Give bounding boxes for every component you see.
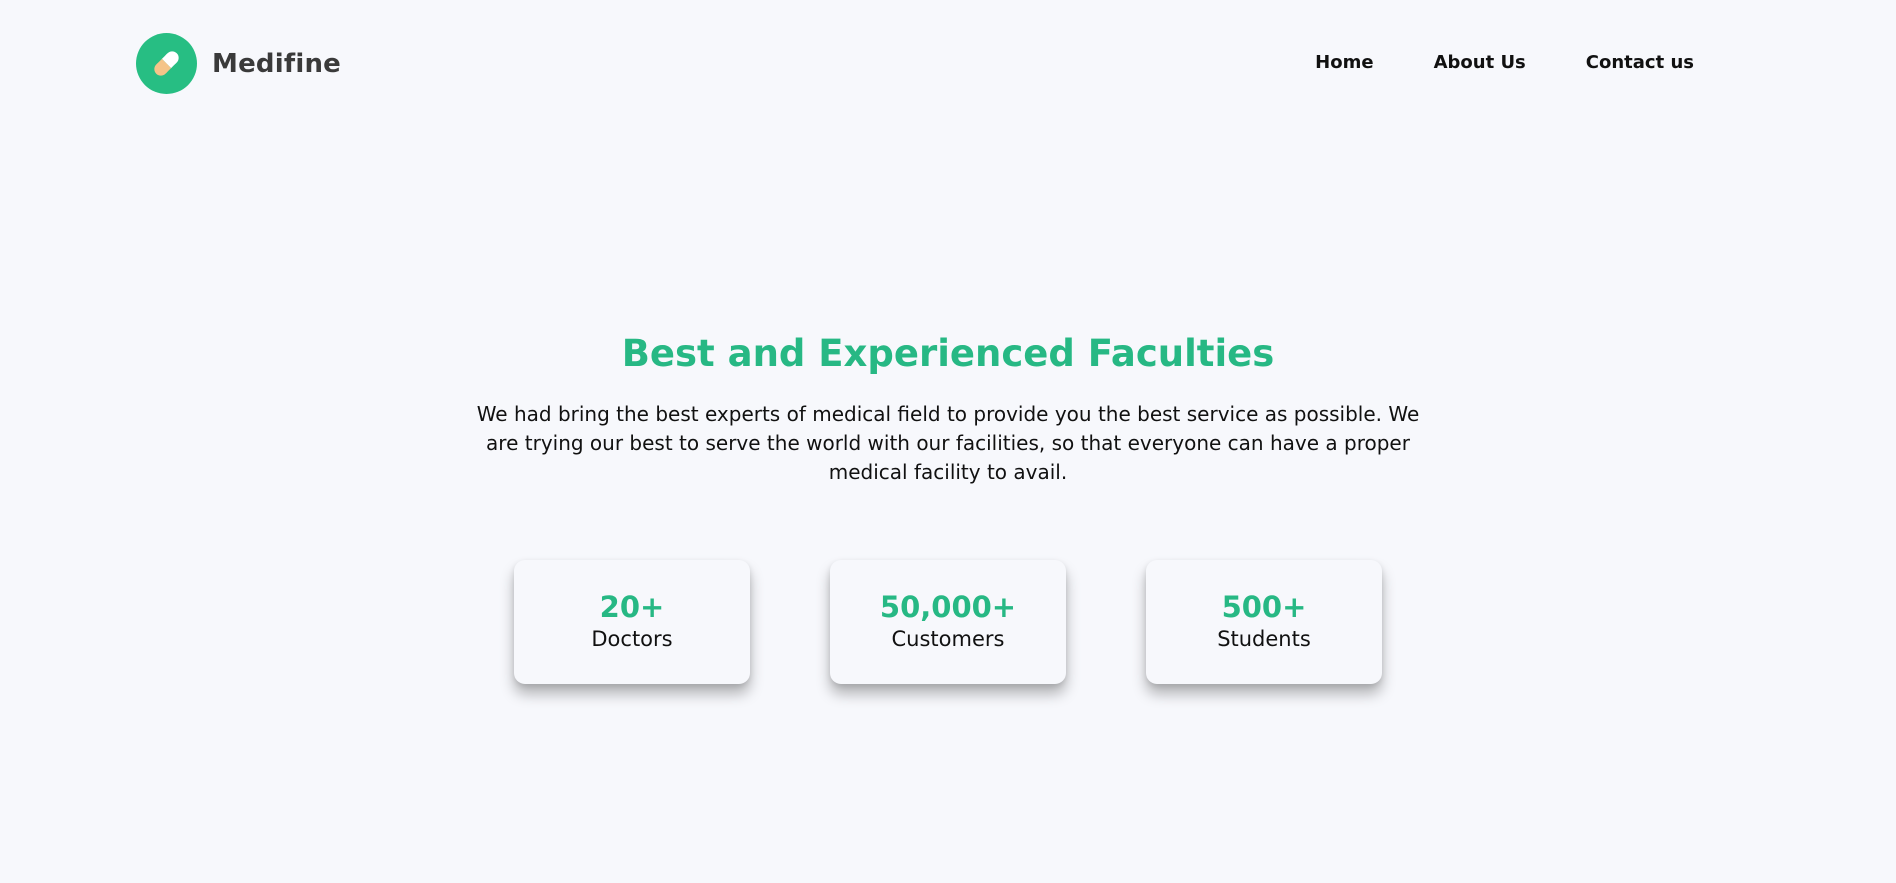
- stat-label: Customers: [891, 627, 1005, 651]
- stat-value: 500+: [1221, 590, 1307, 624]
- stat-value: 50,000+: [879, 590, 1017, 624]
- stat-card-customers: 50,000+ Customers: [830, 560, 1066, 684]
- pill-icon: [136, 33, 197, 94]
- stat-label: Doctors: [591, 627, 673, 651]
- stats-row: 20+ Doctors 50,000+ Customers 500+ Stude…: [0, 560, 1896, 684]
- nav-about-link[interactable]: About Us: [1434, 52, 1526, 73]
- faculties-section: Best and Experienced Faculties We had br…: [0, 330, 1896, 487]
- stat-card-doctors: 20+ Doctors: [514, 560, 750, 684]
- brand-name: Medifine: [212, 48, 341, 79]
- stat-card-students: 500+ Students: [1146, 560, 1382, 684]
- stat-value: 20+: [599, 590, 665, 624]
- section-description: We had bring the best experts of medical…: [476, 402, 1420, 484]
- main-nav: Home About Us Contact us: [1315, 52, 1694, 73]
- nav-home-link[interactable]: Home: [1315, 52, 1373, 73]
- brand-logo-link[interactable]: Medifine: [136, 33, 341, 94]
- nav-contact-link[interactable]: Contact us: [1586, 52, 1694, 73]
- site-header: Medifine Home About Us Contact us: [0, 0, 1896, 130]
- stat-label: Students: [1217, 627, 1311, 651]
- section-title: Best and Experienced Faculties: [621, 332, 1275, 375]
